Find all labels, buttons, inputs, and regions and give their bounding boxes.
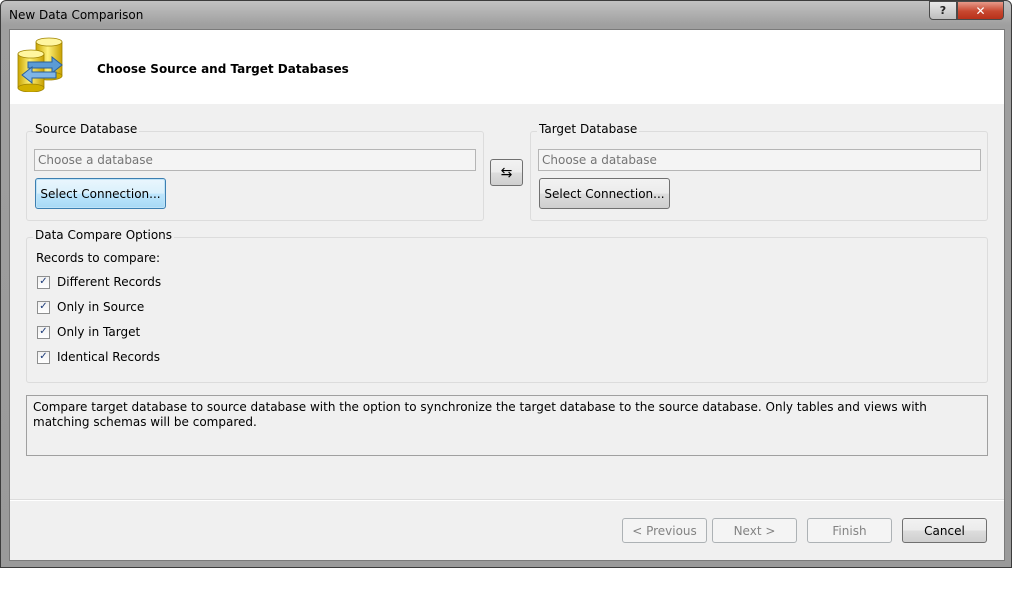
swap-arrows-icon: ⇆ [500,164,513,181]
close-button[interactable]: ✕ [957,1,1004,20]
close-icon: ✕ [975,3,986,18]
checkbox-checked-icon[interactable]: ✓ [37,275,50,289]
target-database-field[interactable] [538,149,981,171]
finish-button[interactable]: Finish [807,518,892,543]
checkbox-checked-icon[interactable]: ✓ [37,350,50,364]
source-database-field[interactable] [34,149,476,171]
checkbox-checked-icon[interactable]: ✓ [37,300,50,314]
dialog-window: New Data Comparison ? ✕ Choose Source an… [0,0,1012,568]
checkbox-label: Identical Records [57,350,160,364]
help-icon: ? [939,4,947,17]
only-in-target-checkbox[interactable]: ✓ Only in Target [37,323,140,341]
only-in-source-checkbox[interactable]: ✓ Only in Source [37,298,144,316]
different-records-checkbox[interactable]: ✓ Different Records [37,273,161,291]
target-database-label: Target Database [537,122,640,136]
checkbox-label: Only in Source [57,300,145,314]
checkbox-label: Different Records [57,275,162,289]
help-button[interactable]: ? [929,1,957,20]
window-title: New Data Comparison [9,8,144,22]
wizard-header: Choose Source and Target Databases [10,30,1004,104]
target-select-connection-button[interactable]: Select Connection... [539,178,670,209]
data-compare-options-label: Data Compare Options [33,228,175,242]
next-button[interactable]: Next > [712,518,797,543]
page-title: Choose Source and Target Databases [97,62,349,76]
records-to-compare-label: Records to compare: [36,251,161,265]
data-compare-options-group [26,237,988,383]
swap-databases-button[interactable]: ⇆ [490,159,523,186]
source-database-label: Source Database [33,122,140,136]
source-select-connection-button[interactable]: Select Connection... [35,178,166,209]
previous-button[interactable]: < Previous [622,518,707,543]
dialog-client-area: Choose Source and Target Databases Sourc… [9,29,1005,561]
checkbox-label: Only in Target [57,325,141,339]
cancel-button[interactable]: Cancel [902,518,987,543]
title-bar[interactable]: New Data Comparison ? ✕ [1,1,1011,29]
footer-separator [10,499,1004,501]
checkbox-checked-icon[interactable]: ✓ [37,325,50,339]
description-panel: Compare target database to source databa… [26,395,988,456]
identical-records-checkbox[interactable]: ✓ Identical Records [37,348,160,366]
database-compare-icon [17,37,63,92]
